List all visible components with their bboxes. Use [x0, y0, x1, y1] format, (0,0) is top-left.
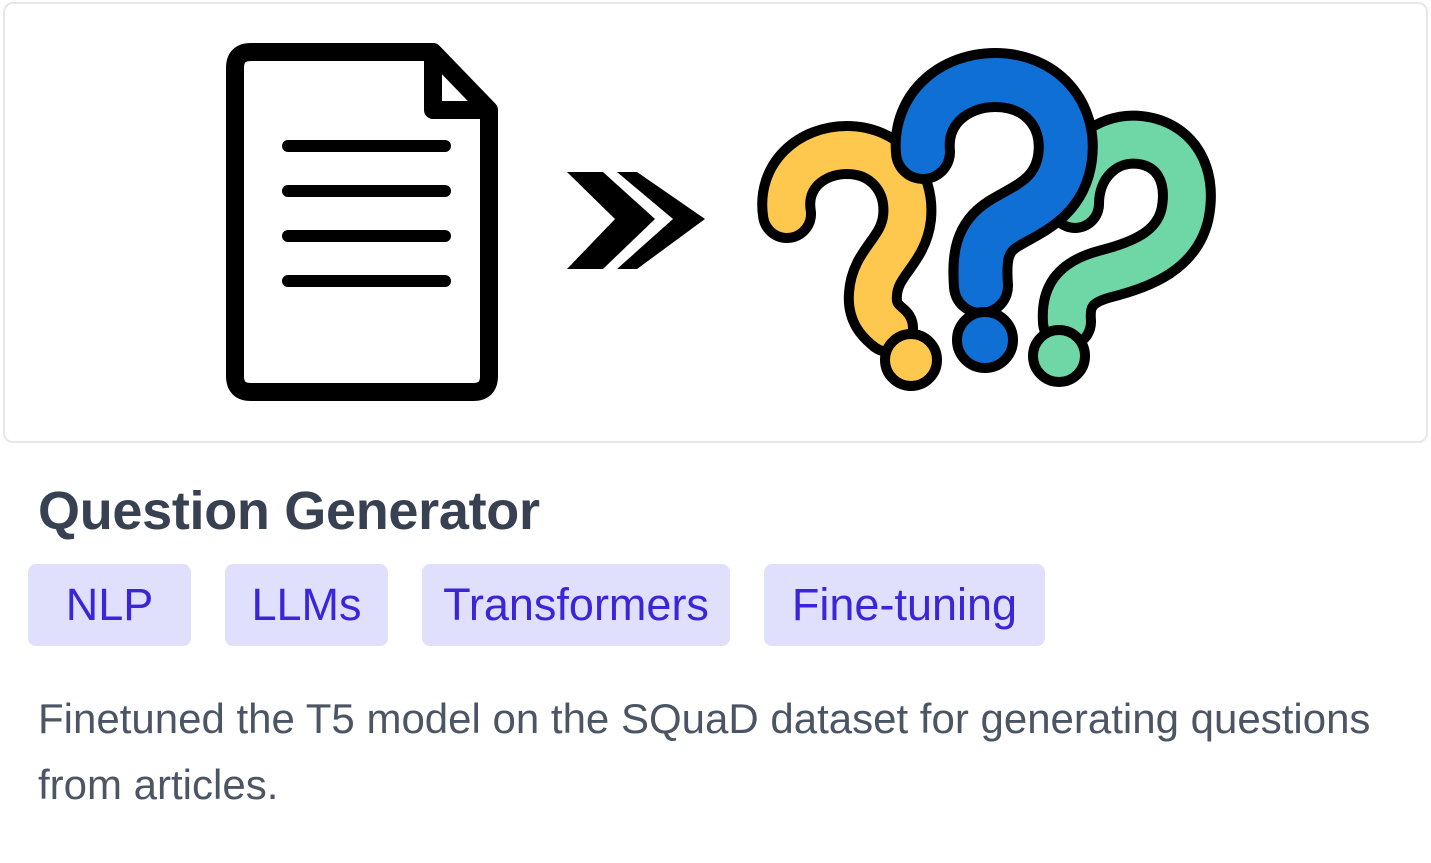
tag-nlp[interactable]: NLP	[28, 564, 191, 646]
project-thumbnail	[3, 2, 1428, 443]
document-icon	[226, 43, 498, 401]
tag-fine-tuning[interactable]: Fine-tuning	[764, 564, 1045, 646]
double-chevron-right-icon	[567, 172, 705, 269]
question-marks-icon	[757, 47, 1216, 391]
tag-llms[interactable]: LLMs	[225, 564, 388, 646]
project-description: Finetuned the T5 model on the SQuaD data…	[38, 695, 1371, 808]
project-title: Question Generator	[38, 481, 540, 541]
tag-transformers[interactable]: Transformers	[422, 564, 730, 646]
tag-list: NLP LLMs Transformers Fine-tuning	[28, 564, 1045, 646]
project-card[interactable]: Question Generator NLP LLMs Transformers…	[0, 0, 1431, 863]
